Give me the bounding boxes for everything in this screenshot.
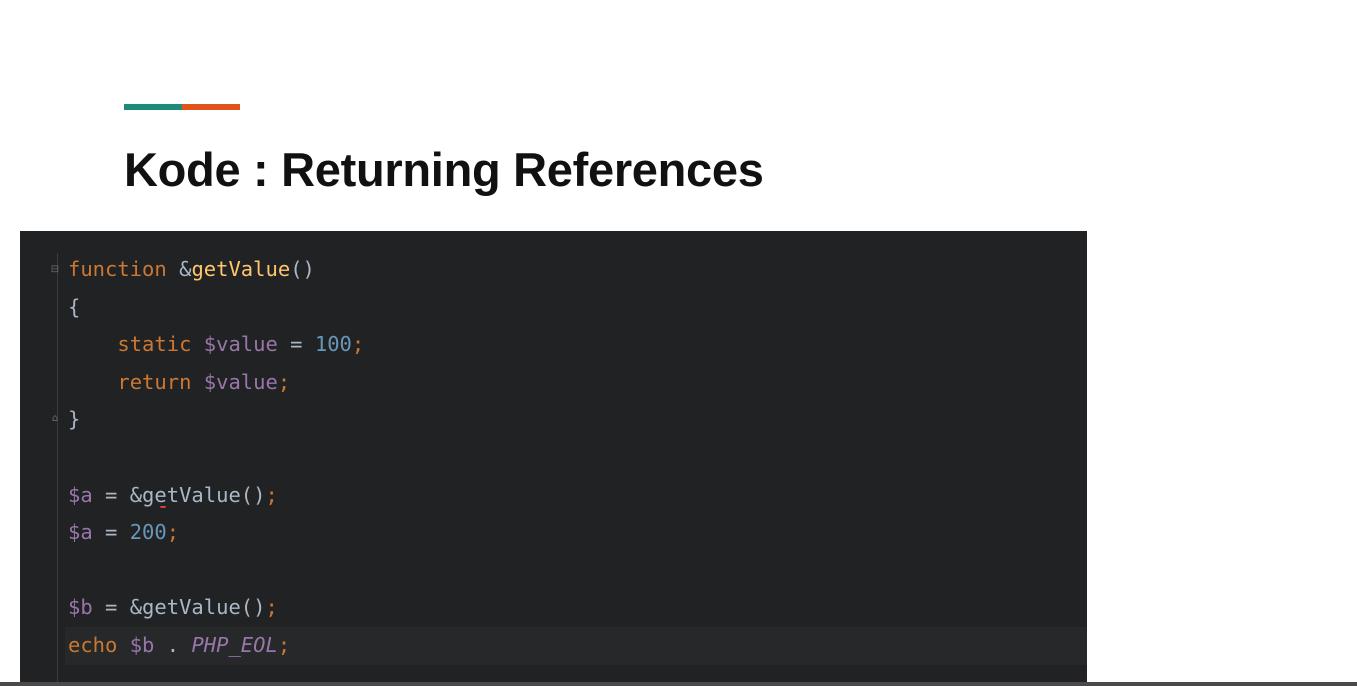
code-token: = [92, 520, 130, 545]
code-line[interactable]: } [68, 401, 1087, 439]
code-lines: function &getValue() { static $value = 10… [65, 251, 1087, 665]
code-token: ; [166, 520, 180, 545]
code-token: 200 [129, 520, 167, 545]
code-token: ; [351, 332, 365, 357]
code-token: { [68, 294, 81, 319]
code-line[interactable]: $b = &getValue(); [68, 589, 1087, 627]
code-token: $b [68, 595, 93, 620]
code-line[interactable]: $a = 200; [68, 514, 1087, 552]
error-squiggle-icon [160, 503, 166, 508]
fold-end-icon[interactable]: ⌂ [50, 413, 60, 425]
code-line[interactable]: echo $b . PHP_EOL; [65, 626, 1087, 665]
code-token: & [166, 257, 192, 281]
code-token: = &getValue() [92, 482, 266, 507]
code-line[interactable] [68, 439, 1087, 477]
code-token: } [68, 407, 81, 432]
code-token: ; [265, 595, 278, 620]
code-line[interactable]: { [68, 289, 1087, 327]
code-editor[interactable]: ⊟ ⌂ function &getValue() { static $value … [20, 231, 1087, 682]
code-line[interactable] [68, 552, 1087, 590]
code-line[interactable]: $a = &getValue(); [68, 477, 1087, 515]
code-token: getValue [191, 257, 291, 281]
accent-bar-teal [124, 104, 182, 110]
accent-bar [124, 104, 240, 110]
code-token: return [68, 369, 192, 394]
code-token: $value [191, 369, 278, 394]
slide-title: Kode : Returning References [124, 143, 764, 196]
code-token: $value [191, 332, 278, 357]
code-token: ; [265, 482, 278, 507]
accent-bar-orange [182, 104, 240, 110]
code-line[interactable]: static $value = 100; [68, 326, 1087, 364]
code-token: ; [277, 369, 291, 394]
code-token: 100 [314, 332, 352, 357]
bottom-strip [0, 682, 1357, 686]
slide: Kode : Returning References ⊟ ⌂ function… [0, 0, 1357, 686]
code-token: ; [277, 632, 291, 657]
code-token: static [68, 332, 192, 357]
code-token: . [154, 632, 192, 657]
code-line[interactable]: function &getValue() [68, 251, 1087, 289]
code-token: = &getValue() [92, 595, 266, 620]
code-token: $b [117, 632, 155, 657]
gutter-guide-line [57, 253, 58, 682]
code-token: $a [68, 482, 93, 507]
code-token: echo [68, 632, 118, 657]
fold-collapse-icon[interactable]: ⊟ [50, 264, 60, 276]
code-token: () [290, 257, 315, 281]
code-token: $a [68, 520, 93, 545]
code-token: = [277, 332, 315, 357]
code-token: function [68, 257, 167, 281]
code-token: PHP_EOL [191, 632, 278, 657]
code-line[interactable]: return $value; [68, 364, 1087, 402]
